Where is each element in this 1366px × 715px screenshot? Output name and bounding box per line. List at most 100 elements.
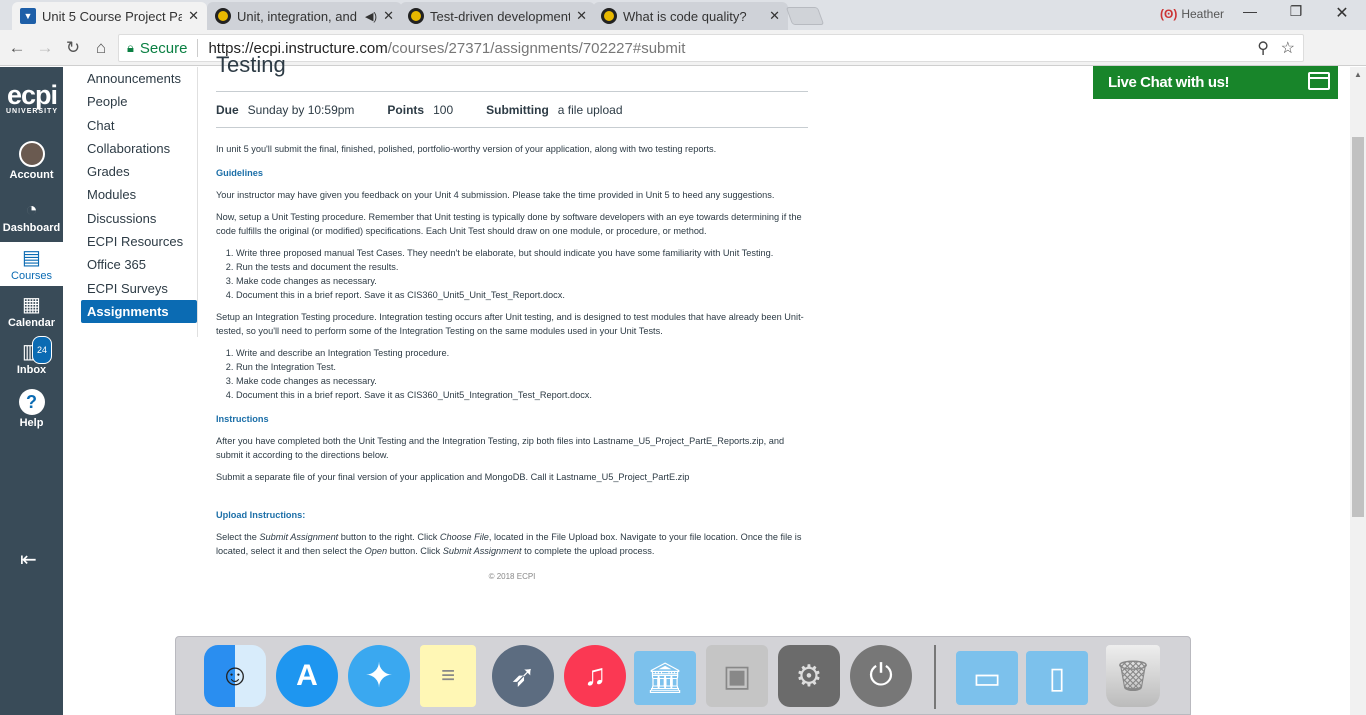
instructions-paragraph: Submit a separate file of your final ver… xyxy=(216,472,690,482)
instructions-heading: Instructions xyxy=(216,414,269,424)
course-nav-announcements[interactable]: Announcements xyxy=(81,67,197,90)
forward-button[interactable]: → xyxy=(33,36,57,60)
nav-calendar[interactable]: ▦ Calendar xyxy=(0,293,63,337)
text: button. Click xyxy=(387,546,443,556)
course-nav-collaborations[interactable]: Collaborations xyxy=(81,137,197,160)
close-tab-icon[interactable]: ✕ xyxy=(383,8,394,24)
upload-paragraph: Select the Submit Assignment button to t… xyxy=(216,530,808,558)
back-button[interactable]: ← xyxy=(5,36,29,60)
text: Choose File xyxy=(439,532,489,542)
profile-button[interactable]: (ʘ) Heather xyxy=(1160,7,1224,21)
course-nav-people[interactable]: People xyxy=(81,90,197,113)
course-nav-assignments[interactable]: Assignments xyxy=(81,299,197,324)
reload-button[interactable]: ↻ xyxy=(61,36,85,60)
safari-icon[interactable]: ✦ xyxy=(348,645,410,707)
app-store-icon[interactable]: A xyxy=(276,645,338,707)
downloads-folder-icon[interactable]: ▯ xyxy=(1026,651,1088,705)
text: Open xyxy=(364,546,388,556)
dock-divider xyxy=(934,645,936,709)
global-navigation: ecpi UNIVERSITY Account ◔ Dashboard ▤ Co… xyxy=(0,67,63,715)
list-item: Document this in a brief report. Save it… xyxy=(236,388,808,402)
new-tab-button[interactable] xyxy=(785,7,825,25)
documents-folder-icon[interactable]: ▭ xyxy=(956,651,1018,705)
close-tab-icon[interactable]: ✕ xyxy=(769,8,780,24)
nav-label: Calendar xyxy=(7,317,56,329)
tab-code-quality[interactable]: What is code quality? ✕ xyxy=(593,2,788,30)
nav-label: Account xyxy=(9,169,54,181)
power-icon[interactable]: ⏻ xyxy=(850,645,912,707)
course-nav-chat[interactable]: Chat xyxy=(81,114,197,137)
unit-test-steps: Write three proposed manual Test Cases. … xyxy=(216,246,808,302)
close-tab-icon[interactable]: ✕ xyxy=(576,8,587,24)
live-chat-button[interactable]: Live Chat with us! xyxy=(1093,66,1338,99)
logo-text: ecpi xyxy=(6,80,58,110)
assignment-details: Due Sunday by 10:59pm Points 100 Submittin… xyxy=(216,91,808,128)
course-nav-ecpi-surveys[interactable]: ECPI Surveys xyxy=(81,277,197,300)
system-preferences-icon[interactable]: ⚙ xyxy=(778,645,840,707)
mac-icon[interactable]: ▣ xyxy=(706,645,768,707)
tab-unit5-project[interactable]: ▼ Unit 5 Course Project Par ✕ xyxy=(12,2,207,30)
search-icon[interactable]: ⚲ xyxy=(1257,38,1269,58)
list-item: Make code changes as necessary. xyxy=(236,274,808,288)
course-nav-office-365[interactable]: Office 365 xyxy=(81,253,197,276)
nav-courses[interactable]: ▤ Courses xyxy=(0,242,63,286)
youtube-icon xyxy=(215,8,231,24)
finder-icon[interactable]: ☺ xyxy=(204,645,266,707)
close-tab-icon[interactable]: ✕ xyxy=(188,8,199,24)
restore-button[interactable]: ❐ xyxy=(1276,3,1316,25)
scrollbar-thumb[interactable] xyxy=(1352,137,1364,517)
nav-help[interactable]: ? Help xyxy=(0,389,63,437)
nav-inbox[interactable]: ▥24 Inbox xyxy=(0,336,63,384)
nav-account[interactable]: Account xyxy=(0,141,63,189)
star-icon[interactable]: ☆ xyxy=(1281,38,1295,58)
unread-badge: 24 xyxy=(32,336,53,364)
minimize-button[interactable]: — xyxy=(1230,3,1270,25)
course-nav-discussions[interactable]: Discussions xyxy=(81,207,197,230)
integration-test-steps: Write and describe an Integration Testin… xyxy=(216,346,808,402)
collapse-nav-icon[interactable]: ⇤ xyxy=(20,547,37,572)
list-item: Document this in a brief report. Save it… xyxy=(236,288,808,302)
nav-label: Inbox xyxy=(16,364,47,376)
divider xyxy=(197,39,199,57)
speaker-icon[interactable]: ◀) xyxy=(365,10,377,23)
close-window-button[interactable]: ✕ xyxy=(1322,3,1362,25)
itunes-icon[interactable]: ♫ xyxy=(564,645,626,707)
footer-text: © 2018 ECPI xyxy=(488,572,536,581)
courses-icon: ▤ xyxy=(22,247,41,269)
maximize-icon[interactable] xyxy=(1308,72,1330,90)
ecpi-logo[interactable]: ecpi UNIVERSITY xyxy=(2,80,62,116)
youtube-icon xyxy=(601,8,617,24)
due-label: Due xyxy=(216,102,239,117)
list-item: Run the Integration Test. xyxy=(236,360,808,374)
text: Select the xyxy=(216,532,260,542)
course-nav-modules[interactable]: Modules xyxy=(81,183,197,206)
course-navigation: Announcements People Chat Collaborations… xyxy=(81,67,197,324)
instructions-paragraph: After you have completed both the Unit T… xyxy=(216,436,785,460)
logo-subtext: UNIVERSITY xyxy=(5,108,58,115)
nav-dashboard[interactable]: ◔ Dashboard xyxy=(0,198,63,242)
intro-text: In unit 5 you'll submit the final, finis… xyxy=(216,144,717,154)
trash-icon[interactable]: 🗑︎ xyxy=(1106,645,1160,707)
due-value: Sunday by 10:59pm xyxy=(247,102,355,117)
points-value: 100 xyxy=(433,102,454,117)
browser-tab-bar: ▼ Unit 5 Course Project Par ✕ Unit, inte… xyxy=(0,0,1366,30)
notes-icon[interactable]: ≡ xyxy=(420,645,476,707)
tab-unit-integration[interactable]: Unit, integration, and ◀) ✕ xyxy=(207,2,402,30)
scroll-up-icon[interactable]: ▲ xyxy=(1354,70,1362,79)
profile-icon: (ʘ) xyxy=(1160,7,1178,21)
launchpad-icon[interactable]: ➶ xyxy=(492,645,554,707)
course-nav-ecpi-resources[interactable]: ECPI Resources xyxy=(81,230,197,253)
upload-heading: Upload Instructions: xyxy=(216,510,306,520)
youtube-icon xyxy=(408,8,424,24)
course-nav-grades[interactable]: Grades xyxy=(81,160,197,183)
tab-title: Unit 5 Course Project Par xyxy=(42,8,183,24)
list-item: Make code changes as necessary. xyxy=(236,374,808,388)
applications-folder-icon[interactable]: 🏛︎ xyxy=(634,651,696,705)
tab-title: Unit, integration, and xyxy=(237,8,357,24)
scrollbar[interactable]: ▲ xyxy=(1350,67,1366,715)
live-chat-label: Live Chat with us! xyxy=(1108,74,1230,91)
home-button[interactable]: ⌂ xyxy=(89,36,113,60)
tab-test-driven[interactable]: Test-driven development ✕ xyxy=(400,2,595,30)
list-item: Write three proposed manual Test Cases. … xyxy=(236,246,808,260)
text: to complete the upload process. xyxy=(521,546,655,556)
